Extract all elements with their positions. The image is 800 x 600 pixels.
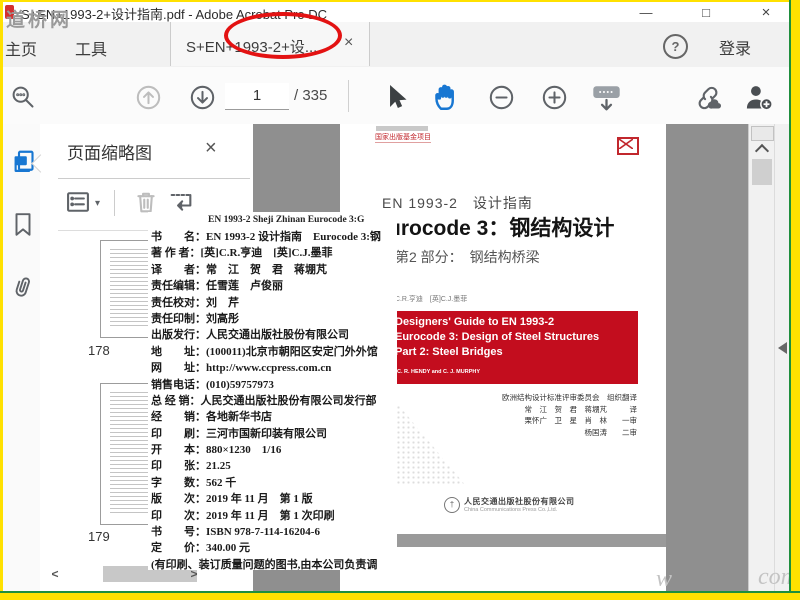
acrobat-window: S+EN+1993-2+设计指南.pdf - Adobe Acrobat Pro… bbox=[0, 0, 800, 600]
copyright-pinyin: EN 1993-2 Sheji Zhinan Eurocode 3:G bbox=[208, 215, 365, 225]
page-number-input[interactable]: 1 bbox=[225, 83, 289, 110]
tab-close-icon[interactable]: × bbox=[344, 34, 353, 52]
divider bbox=[58, 178, 250, 179]
watermark-fragment: w bbox=[656, 566, 673, 592]
tab-bar: 主页 工具 S+EN+1993-2+设... × ? 登录 bbox=[3, 22, 789, 68]
cover-halftone-pattern bbox=[386, 390, 466, 486]
previous-page-icon[interactable] bbox=[135, 84, 162, 111]
banner-line2: Eurocode 3: Design of Steel Structures bbox=[395, 331, 600, 343]
translators-line2: 栗怀广 卫 星 肖 林 一审 bbox=[524, 416, 638, 425]
zoom-preset-icon[interactable] bbox=[590, 82, 623, 113]
copyright-page-overlay: EN 1993-2 Sheji Zhinan Eurocode 3:G 书 名：… bbox=[148, 212, 397, 570]
publisher-name-en: China Communications Press Co.,Ltd. bbox=[464, 507, 558, 513]
frame-border-bottom-green bbox=[0, 591, 800, 593]
chevron-down-icon[interactable]: ▾ bbox=[95, 198, 100, 209]
tab-document-label: S+EN+1993-2+设... bbox=[186, 39, 318, 56]
scroll-up-icon[interactable] bbox=[754, 143, 770, 159]
attachments-icon[interactable] bbox=[10, 272, 36, 302]
next-page-icon[interactable] bbox=[189, 84, 216, 111]
hand-tool-icon[interactable] bbox=[430, 81, 461, 112]
title-bar: S+EN+1993-2+设计指南.pdf - Adobe Acrobat Pro… bbox=[3, 2, 789, 22]
expand-tools-pane-icon[interactable] bbox=[778, 342, 787, 354]
vertical-scrollbar[interactable] bbox=[748, 124, 775, 591]
cover-subtitle: 第2 部分： 钢结构桥梁 bbox=[395, 249, 540, 265]
banner-line1: Designers' Guide to EN 1993-2 bbox=[395, 316, 555, 328]
select-tool-icon[interactable] bbox=[383, 83, 409, 111]
cover-fund-label: 国家出版基金项目 bbox=[375, 134, 431, 143]
copyright-lines: 书 名：EN 1993-2 设计指南 Eurocode 3:钢 著 作 者：[英… bbox=[151, 229, 397, 570]
tab-document[interactable]: S+EN+1993-2+设... × bbox=[170, 22, 370, 66]
banner-line3: Part 2: Steel Bridges bbox=[395, 346, 503, 358]
cover-translators: 欧洲结构设计标准评审委员会 组织翻译 常 江 贺 君 蒋堋芃 译 栗怀广 卫 星… bbox=[502, 392, 637, 438]
minimize-button[interactable]: — bbox=[631, 3, 661, 22]
panel-title: 页面缩略图 bbox=[67, 144, 152, 163]
translators-org: 欧洲结构设计标准评审委员会 组织翻译 bbox=[502, 393, 637, 402]
cover-title: Eurocode 3：钢结构设计 bbox=[374, 217, 615, 240]
thumbnail-label: 178 bbox=[88, 343, 110, 358]
toolbar-separator bbox=[348, 80, 349, 112]
thumbnail-options-icon[interactable] bbox=[64, 188, 94, 218]
vertical-scrollbar-thumb[interactable] bbox=[752, 159, 772, 185]
scroll-left-icon[interactable]: < bbox=[46, 564, 64, 584]
tools-pane-strip: com bbox=[758, 124, 798, 591]
main-toolbar: 1 / 335 bbox=[3, 67, 789, 125]
translators-line3: 杨国涛 二审 bbox=[584, 427, 638, 437]
translators-line1: 常 江 贺 君 蒋堋芃 译 bbox=[524, 404, 638, 414]
cover-smudge bbox=[376, 126, 428, 131]
divider bbox=[114, 190, 115, 216]
close-button[interactable]: × bbox=[751, 3, 781, 22]
publisher-logo-icon bbox=[617, 137, 639, 155]
copyright-footer: (有印刷、装订质量问题的图书,由本公司负责调 bbox=[151, 558, 378, 570]
panel-close-icon[interactable]: × bbox=[205, 137, 217, 160]
frame-border-right bbox=[791, 0, 800, 600]
thumbnail-label: 179 bbox=[88, 529, 110, 544]
cover-gray-band bbox=[393, 534, 666, 547]
login-button[interactable]: 登录 bbox=[719, 35, 751, 59]
zoom-in-icon[interactable] bbox=[541, 84, 568, 111]
publisher-block: † 人民交通出版社股份有限公司 China Communications Pre… bbox=[444, 496, 575, 513]
tab-home[interactable]: 主页 bbox=[5, 36, 37, 60]
publisher-name-cn: 人民交通出版社股份有限公司 bbox=[464, 497, 575, 506]
site-watermark: 道桥网 bbox=[6, 10, 73, 31]
scrollbar-top-box bbox=[751, 126, 774, 141]
fill-sign-user-icon[interactable] bbox=[743, 82, 774, 113]
zoom-out-icon[interactable] bbox=[488, 84, 515, 111]
maximize-button[interactable]: □ bbox=[691, 3, 721, 22]
search-icon[interactable] bbox=[10, 84, 37, 111]
page-total-label: / 335 bbox=[294, 87, 328, 104]
frame-border-bottom bbox=[0, 593, 800, 600]
navigation-sidebar bbox=[3, 124, 41, 591]
share-link-icon[interactable] bbox=[693, 84, 723, 112]
publisher-emblem-icon: † bbox=[444, 496, 460, 513]
help-icon[interactable]: ? bbox=[663, 34, 688, 59]
cover-series: EN 1993-2 设计指南 bbox=[382, 195, 533, 211]
bookmarks-icon[interactable] bbox=[10, 210, 36, 240]
cover-banner: Designers' Guide to EN 1993-2 Eurocode 3… bbox=[386, 311, 638, 384]
watermark-fragment: com bbox=[758, 564, 798, 590]
banner-authors: C. R. HENDY and C. J. MURPHY bbox=[397, 369, 481, 375]
tab-tools[interactable]: 工具 bbox=[75, 36, 107, 60]
